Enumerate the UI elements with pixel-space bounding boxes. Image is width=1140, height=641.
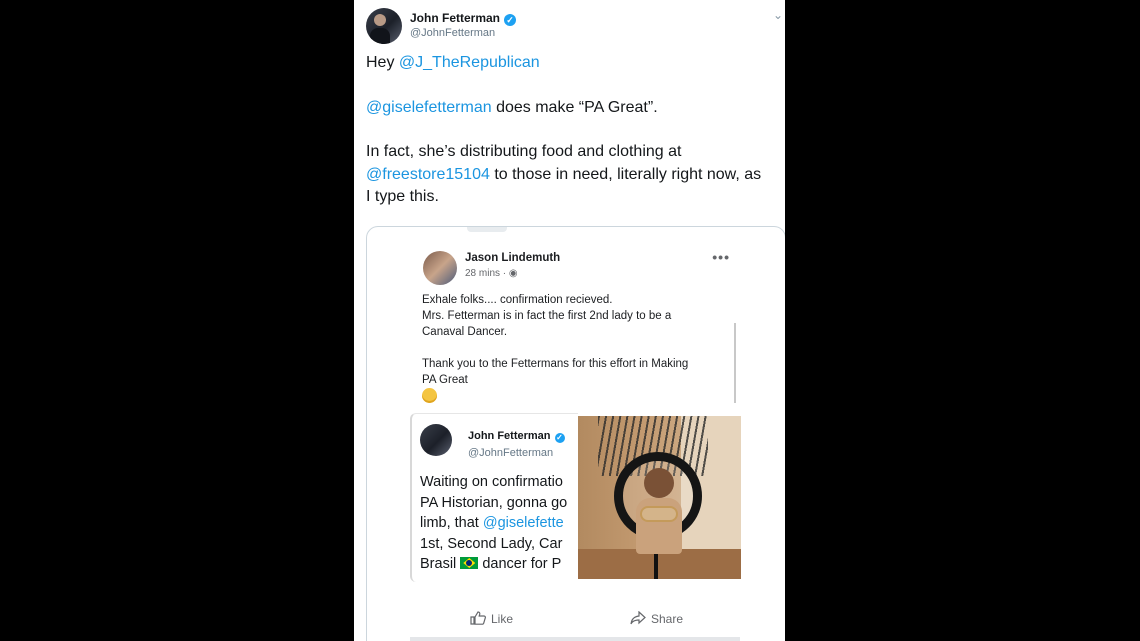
fb-text-line: Exhale folks.... confirmation recieved. (422, 294, 613, 306)
emoji-icon (422, 388, 437, 403)
mention-link[interactable]: @giselefetterman (366, 99, 492, 116)
embedded-author-avatar (420, 424, 452, 456)
fb-avatar (423, 251, 457, 285)
photo-figure-body (636, 498, 682, 554)
verified-icon: ✓ (554, 433, 565, 443)
photo-figure-head (644, 468, 674, 498)
tweet-text-line-4: @freestore15104 to those in need, litera… (366, 164, 785, 186)
fb-text-line: Thank you to the Fettermans for this eff… (422, 358, 689, 370)
tweet-text-line-3: In fact, she’s distributing food and clo… (366, 143, 682, 160)
embedded-tweet-text: Waiting on confirmatio PA Historian, gon… (420, 472, 578, 575)
tweet-card: John Fetterman ✓ @JohnFetterman ⌄ Hey @J_… (354, 0, 785, 641)
author-name-text[interactable]: John Fetterman (410, 11, 500, 25)
embedded-author-handle: @JohnFetterman (468, 447, 554, 459)
embedded-mention: @giselefette (482, 515, 564, 531)
embedded-author-name-text: John Fetterman (468, 430, 551, 442)
card-tab (467, 227, 507, 232)
fb-like-action: Like (470, 611, 513, 626)
chevron-down-icon[interactable]: ⌄ (773, 8, 783, 22)
facebook-post-screenshot: Jason Lindemuth 28 mins · ◉ ••• Exhale f… (410, 239, 741, 641)
tweet-text-line-1: Hey @J_TheRepublican (366, 52, 785, 74)
dancer-photo (578, 416, 741, 579)
more-options-icon: ••• (712, 249, 730, 265)
author-name[interactable]: John Fetterman ✓ (410, 11, 517, 26)
fb-author-name: Jason Lindemuth (465, 252, 561, 264)
globe-icon: ◉ (508, 268, 518, 279)
embedded-text-line: 1st, Second Lady, Car (420, 535, 563, 552)
fb-bottom-bar (410, 637, 740, 641)
tweet-text: does make “PA Great”. (491, 99, 658, 116)
mention-link[interactable]: @J_TheRepublican (399, 54, 540, 71)
fb-time: 28 mins · (465, 268, 507, 279)
fb-post-meta: 28 mins · ◉ (465, 268, 518, 279)
scrollbar (734, 323, 736, 403)
tweet-text: to those in need, literally right now, a… (489, 166, 762, 183)
author-avatar[interactable] (366, 8, 402, 44)
embedded-tweet-screenshot: John Fetterman ✓ @JohnFetterman Waiting o… (410, 413, 741, 582)
embedded-text-line: limb, that @giselefette (420, 513, 578, 534)
media-card[interactable]: Jason Lindemuth 28 mins · ◉ ••• Exhale f… (366, 226, 785, 641)
thumbs-up-icon (470, 611, 486, 625)
like-label: Like (491, 612, 514, 626)
photo-costume (642, 508, 676, 520)
tweet-text-line-5: I type this. (366, 188, 439, 205)
fb-actions-bar: Like Share (410, 611, 740, 633)
embedded-text-line: Brasil dancer for P (420, 554, 578, 575)
verified-icon: ✓ (504, 14, 517, 26)
embedded-text-line: Waiting on confirmatio (420, 474, 563, 490)
share-label: Share (651, 612, 684, 626)
embedded-text: dancer for P (478, 556, 562, 572)
mention-link[interactable]: @freestore15104 (366, 166, 490, 183)
fb-text-line: Mrs. Fetterman is in fact the first 2nd … (422, 310, 672, 322)
embedded-author-name: John Fetterman ✓ (468, 430, 565, 443)
fb-text-line: PA Great (422, 374, 468, 386)
embedded-text: Brasil (420, 556, 461, 572)
embedded-tweet-text-panel: John Fetterman ✓ @JohnFetterman Waiting o… (410, 413, 578, 582)
fb-text-line: Canaval Dancer. (422, 326, 508, 338)
brazil-flag-icon (460, 557, 479, 569)
embedded-text: limb, that (420, 515, 483, 531)
share-arrow-icon (630, 611, 646, 625)
fb-share-action: Share (630, 611, 683, 626)
embedded-text-line: PA Historian, gonna go (420, 494, 568, 511)
tweet-text: Hey (366, 54, 399, 71)
author-handle[interactable]: @JohnFetterman (410, 27, 495, 39)
tweet-text-line-2: @giselefetterman does make “PA Great”. (366, 97, 785, 119)
